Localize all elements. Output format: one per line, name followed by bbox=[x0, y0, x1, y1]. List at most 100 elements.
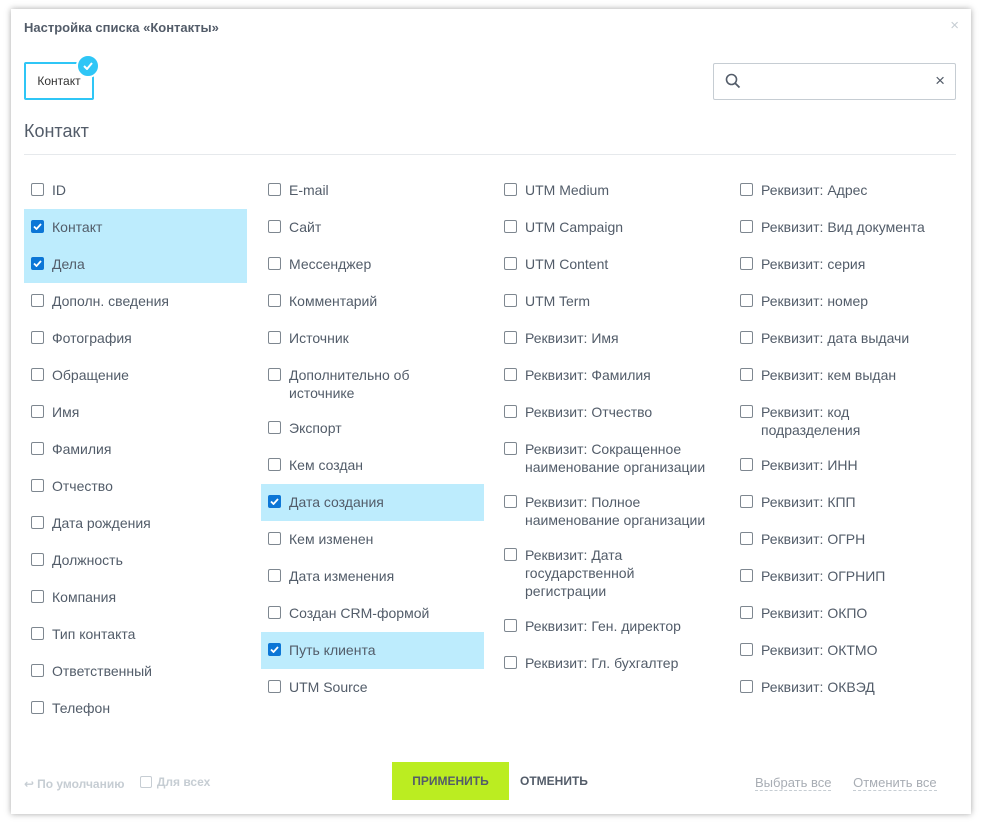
field-checkbox[interactable] bbox=[740, 532, 753, 545]
field-checkbox[interactable] bbox=[740, 569, 753, 582]
field-checkbox[interactable] bbox=[31, 442, 44, 455]
cancel-button[interactable]: ОТМЕНИТЬ bbox=[520, 762, 588, 800]
field-checkbox[interactable] bbox=[268, 331, 281, 344]
deselect-all-link[interactable]: Отменить все bbox=[853, 775, 937, 791]
field-checkbox[interactable] bbox=[268, 220, 281, 233]
field-checkbox[interactable] bbox=[504, 656, 517, 669]
field-checkbox[interactable] bbox=[740, 294, 753, 307]
field-checkbox[interactable] bbox=[31, 627, 44, 640]
field-checkbox[interactable] bbox=[268, 495, 281, 508]
field-option[interactable]: Реквизит: кем выдан bbox=[733, 357, 956, 394]
field-checkbox[interactable] bbox=[31, 331, 44, 344]
field-option[interactable]: Реквизит: ОКТМО bbox=[733, 632, 956, 669]
field-option[interactable]: E-mail bbox=[261, 172, 484, 209]
field-option[interactable]: Дата создания bbox=[261, 484, 484, 521]
field-checkbox[interactable] bbox=[268, 183, 281, 196]
field-checkbox[interactable] bbox=[504, 220, 517, 233]
field-option[interactable]: Дополн. сведения bbox=[24, 283, 247, 320]
field-option[interactable]: Кем изменен bbox=[261, 521, 484, 558]
field-option[interactable]: Должность bbox=[24, 542, 247, 579]
field-checkbox[interactable] bbox=[740, 257, 753, 270]
field-checkbox[interactable] bbox=[740, 680, 753, 693]
field-option[interactable]: Реквизит: серия bbox=[733, 246, 956, 283]
field-option[interactable]: Реквизит: код подразделения bbox=[733, 394, 956, 447]
field-option[interactable]: Реквизит: ОГРН bbox=[733, 521, 956, 558]
field-checkbox[interactable] bbox=[268, 532, 281, 545]
field-option[interactable]: UTM Source bbox=[261, 669, 484, 706]
field-checkbox[interactable] bbox=[31, 701, 44, 714]
field-checkbox[interactable] bbox=[504, 442, 517, 455]
close-icon[interactable]: × bbox=[950, 18, 959, 33]
field-option[interactable]: Фамилия bbox=[24, 431, 247, 468]
field-checkbox[interactable] bbox=[31, 516, 44, 529]
field-option[interactable]: Дата изменения bbox=[261, 558, 484, 595]
field-checkbox[interactable] bbox=[740, 643, 753, 656]
field-option[interactable]: Контакт bbox=[24, 209, 247, 246]
field-option[interactable]: Ответственный bbox=[24, 653, 247, 690]
field-option[interactable]: Источник bbox=[261, 320, 484, 357]
field-checkbox[interactable] bbox=[268, 257, 281, 270]
field-option[interactable]: Телефон bbox=[24, 690, 247, 727]
field-checkbox[interactable] bbox=[740, 458, 753, 471]
field-option[interactable]: Реквизит: Отчество bbox=[497, 394, 720, 431]
field-option[interactable]: Обращение bbox=[24, 357, 247, 394]
field-checkbox[interactable] bbox=[31, 368, 44, 381]
reset-default-link[interactable]: ↩ По умолчанию bbox=[24, 777, 124, 791]
field-option[interactable]: Экспорт bbox=[261, 410, 484, 447]
field-option[interactable]: Реквизит: ОГРНИП bbox=[733, 558, 956, 595]
field-option[interactable]: Имя bbox=[24, 394, 247, 431]
field-option[interactable]: Мессенджер bbox=[261, 246, 484, 283]
field-checkbox[interactable] bbox=[740, 495, 753, 508]
field-checkbox[interactable] bbox=[31, 405, 44, 418]
field-checkbox[interactable] bbox=[31, 479, 44, 492]
field-checkbox[interactable] bbox=[504, 331, 517, 344]
field-checkbox[interactable] bbox=[31, 590, 44, 603]
field-option[interactable]: UTM Term bbox=[497, 283, 720, 320]
field-option[interactable]: Дата рождения bbox=[24, 505, 247, 542]
apply-button[interactable]: ПРИМЕНИТЬ bbox=[392, 762, 509, 800]
field-option[interactable]: Создан CRM-формой bbox=[261, 595, 484, 632]
field-option[interactable]: Реквизит: ОКВЭД bbox=[733, 669, 956, 706]
field-checkbox[interactable] bbox=[504, 495, 517, 508]
field-checkbox[interactable] bbox=[31, 220, 44, 233]
field-option[interactable]: Реквизит: ОКПО bbox=[733, 595, 956, 632]
field-checkbox[interactable] bbox=[740, 183, 753, 196]
field-checkbox[interactable] bbox=[268, 294, 281, 307]
field-option[interactable]: Реквизит: Дата государственной регистрац… bbox=[497, 537, 720, 608]
field-option[interactable]: Реквизит: Адрес bbox=[733, 172, 956, 209]
field-option[interactable]: Компания bbox=[24, 579, 247, 616]
field-option[interactable]: Реквизит: Имя bbox=[497, 320, 720, 357]
field-checkbox[interactable] bbox=[504, 294, 517, 307]
field-option[interactable]: Реквизит: ИНН bbox=[733, 447, 956, 484]
field-checkbox[interactable] bbox=[740, 220, 753, 233]
field-checkbox[interactable] bbox=[740, 405, 753, 418]
field-checkbox[interactable] bbox=[740, 368, 753, 381]
field-option[interactable]: Сайт bbox=[261, 209, 484, 246]
field-checkbox[interactable] bbox=[504, 548, 517, 561]
field-checkbox[interactable] bbox=[504, 183, 517, 196]
field-checkbox[interactable] bbox=[268, 368, 281, 381]
field-option[interactable]: Реквизит: дата выдачи bbox=[733, 320, 956, 357]
field-option[interactable]: Кем создан bbox=[261, 447, 484, 484]
field-checkbox[interactable] bbox=[268, 680, 281, 693]
field-option[interactable]: Дополнительно об источнике bbox=[261, 357, 484, 410]
field-option[interactable]: Реквизит: Гл. бухгалтер bbox=[497, 645, 720, 682]
field-option[interactable]: Реквизит: Ген. директор bbox=[497, 608, 720, 645]
field-checkbox[interactable] bbox=[504, 619, 517, 632]
field-option[interactable]: Отчество bbox=[24, 468, 247, 505]
field-checkbox[interactable] bbox=[268, 421, 281, 434]
field-checkbox[interactable] bbox=[504, 257, 517, 270]
field-option[interactable]: UTM Medium bbox=[497, 172, 720, 209]
field-option[interactable]: Тип контакта bbox=[24, 616, 247, 653]
field-option[interactable]: Путь клиента bbox=[261, 632, 484, 669]
field-checkbox[interactable] bbox=[31, 183, 44, 196]
field-checkbox[interactable] bbox=[31, 257, 44, 270]
field-checkbox[interactable] bbox=[740, 606, 753, 619]
entity-tag-contact[interactable]: Контакт bbox=[24, 54, 100, 100]
field-option[interactable]: Реквизит: Сокращенное наименование орган… bbox=[497, 431, 720, 484]
field-checkbox[interactable] bbox=[31, 553, 44, 566]
field-checkbox[interactable] bbox=[740, 331, 753, 344]
clear-search-icon[interactable]: × bbox=[935, 72, 945, 89]
field-checkbox[interactable] bbox=[268, 643, 281, 656]
field-checkbox[interactable] bbox=[268, 458, 281, 471]
